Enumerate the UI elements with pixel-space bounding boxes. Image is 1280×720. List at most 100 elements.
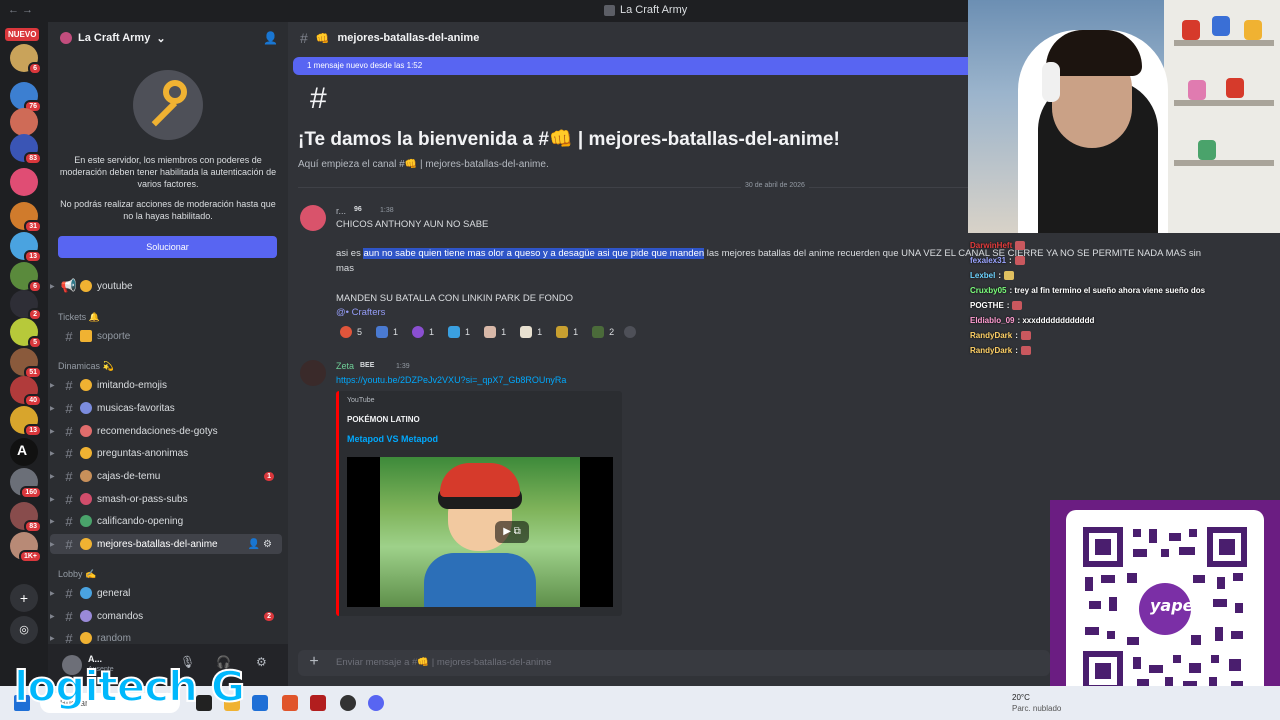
emote-icon [1015, 241, 1026, 250]
avatar[interactable] [300, 360, 326, 386]
yape-logo: yape [1150, 596, 1194, 615]
brave-icon[interactable] [282, 695, 298, 711]
reaction[interactable]: 1 [552, 324, 582, 340]
server-icon-7[interactable]: 13 [10, 232, 42, 263]
logitech-logo: logitech G [13, 661, 246, 712]
message-line: CHICOS ANTHONY AUN NO SABE [336, 219, 489, 230]
reaction[interactable]: 1 [408, 324, 438, 340]
channel-sidebar: La Craft Army ⌄ 👤 En este servidor, los … [48, 22, 288, 686]
chat-header: # 👊 mejores-batallas-del-anime [288, 22, 968, 54]
message-line: mas [336, 263, 354, 274]
add-server-icon[interactable]: + [10, 584, 38, 612]
channel-preguntas-anonimas[interactable]: ▶ # preguntas-anonimas [50, 443, 282, 463]
video-link[interactable]: https://youtu.be/2DZPeJv2VXU?si=_qpX7_Gb… [336, 375, 566, 385]
guild-icon [60, 32, 72, 44]
server-icon-5[interactable] [10, 168, 38, 196]
server-list: NUEVO 6 76 83 31 13 6 2 5 51 40 13 A 160… [0, 22, 48, 686]
channel-youtube[interactable]: ▶ 📢 youtube [50, 276, 282, 296]
role-tag: 96 [354, 206, 362, 213]
ash-thumbnail: ▶ ⧉ [380, 457, 580, 607]
channel-recomendaciones[interactable]: ▶ # recomendaciones-de-gotys [50, 421, 282, 441]
new-messages-bar[interactable]: 1 mensaje nuevo desde las 1:52 [293, 57, 968, 75]
server-icon-16[interactable]: 83 [10, 502, 42, 533]
key-icon [133, 70, 203, 140]
channel-musicas-favoritas[interactable]: ▶ # musicas-favoritas [50, 398, 282, 418]
server-icon-10[interactable]: 5 [10, 318, 42, 349]
category-dinamicas[interactable]: Dinamicas 💫 [58, 361, 114, 372]
webcam-feed [968, 0, 1280, 233]
channel-soporte[interactable]: # soporte [50, 326, 282, 346]
play-icon[interactable]: ▶ ⧉ [495, 521, 529, 543]
server-icon-11[interactable]: 51 [10, 348, 42, 379]
stream-chat: DarwinHeft fexalex31: Lexbel: Cruxby05: … [970, 238, 1270, 358]
welcome-subtitle: Aquí empieza el canal #👊 | mejores-batal… [298, 159, 549, 170]
server-icon-1[interactable]: 6 [10, 44, 42, 75]
server-icon-2[interactable]: 76 [10, 82, 42, 113]
channel-imitando-emojis[interactable]: ▶ # imitando-emojis [50, 375, 282, 395]
channel-title: mejores-batallas-del-anime [337, 32, 480, 44]
welcome-title: ¡Te damos la bienvenida a #👊 | mejores-b… [298, 129, 840, 150]
discord-icon[interactable] [368, 695, 384, 711]
role-mention[interactable]: @• Crafters [336, 307, 385, 318]
channel-settings-icon: 👤 ⚙ [247, 538, 272, 550]
server-icon-13[interactable]: 13 [10, 406, 42, 437]
store-icon[interactable] [252, 695, 268, 711]
weather-widget[interactable]: 20°C Parc. nublado [1012, 692, 1061, 714]
server-icon-6[interactable]: 31 [10, 202, 42, 233]
message-author[interactable]: Zeta [336, 361, 354, 371]
channel-calificando-opening[interactable]: ▶ # calificando-opening [50, 511, 282, 531]
server-icon-3[interactable] [10, 108, 38, 136]
add-reaction-icon[interactable] [624, 326, 637, 338]
stream-chat-line: RandyDark: [970, 343, 1270, 358]
server-icon [604, 4, 615, 16]
reaction[interactable]: 5 [336, 324, 366, 340]
message-input[interactable]: Enviar mensaje a #👊 | mejores-batallas-d… [336, 657, 551, 668]
reaction[interactable]: 2 [588, 324, 618, 340]
guild-header[interactable]: La Craft Army ⌄ 👤 [48, 22, 288, 54]
invite-icon[interactable]: 👤 [263, 31, 278, 45]
moderation-notice: En este servidor, los miembros con poder… [58, 70, 278, 230]
fix-button[interactable]: Solucionar [58, 236, 277, 258]
message-author[interactable]: r... [336, 206, 346, 216]
category-tickets[interactable]: Tickets 🔔 [58, 312, 100, 323]
server-icon-14[interactable]: A [10, 438, 38, 466]
obs-icon[interactable] [340, 695, 356, 711]
role-tag: BEE [360, 362, 375, 369]
channel-hash-icon: # [310, 82, 327, 115]
channel-comandos[interactable]: ▶ # comandos 2 [50, 606, 282, 626]
stream-chat-line: RandyDark: [970, 328, 1270, 343]
server-icon-12[interactable]: 40 [10, 376, 42, 407]
message-composer[interactable]: + Enviar mensaje a #👊 | mejores-batallas… [298, 650, 1050, 676]
emote-icon [1020, 331, 1031, 340]
emote-icon [1012, 301, 1023, 310]
avatar[interactable] [300, 205, 326, 231]
channel-mejores-batallas[interactable]: ▶ # mejores-batallas-del-anime 👤 ⚙ [50, 534, 282, 554]
reaction[interactable]: 1 [516, 324, 546, 340]
stream-chat-line: DarwinHeft [970, 238, 1270, 253]
reaction[interactable]: 1 [480, 324, 510, 340]
category-lobby[interactable]: Lobby ✍️ [58, 569, 96, 580]
emote-icon [1020, 346, 1031, 355]
channel-general[interactable]: ▶ # general [50, 583, 282, 603]
discover-icon[interactable]: ◎ [10, 616, 38, 644]
reaction[interactable]: 1 [372, 324, 402, 340]
fist-icon: 👊 [315, 32, 330, 45]
video-thumbnail[interactable]: ▶ ⧉ [347, 457, 613, 607]
announcement-icon: 📢 [60, 278, 78, 293]
nav-arrows-icon[interactable]: ← → [8, 4, 33, 16]
add-attachment-icon[interactable]: + [306, 654, 322, 670]
app-icon[interactable] [310, 695, 326, 711]
hash-icon: # [300, 30, 308, 46]
youtube-embed: YouTube POKÉMON LATINO Metapod VS Metapo… [336, 391, 622, 616]
channel-smash-or-pass[interactable]: ▶ # smash-or-pass-subs [50, 489, 282, 509]
gear-icon[interactable]: ⚙ [256, 655, 267, 669]
server-icon-15[interactable]: 160 [10, 468, 42, 499]
channel-cajas-de-temu[interactable]: ▶ # cajas-de-temu 1 [50, 466, 282, 486]
server-icon-17[interactable]: 1K+ [10, 532, 42, 563]
message-line: MANDEN SU BATALLA CON LINKIN PARK DE FON… [336, 293, 574, 304]
emote-icon [1004, 271, 1015, 280]
server-icon-4[interactable]: 83 [10, 134, 42, 165]
server-icon-8[interactable]: 6 [10, 262, 42, 293]
server-icon-9[interactable]: 2 [10, 290, 42, 321]
reaction[interactable]: 1 [444, 324, 474, 340]
